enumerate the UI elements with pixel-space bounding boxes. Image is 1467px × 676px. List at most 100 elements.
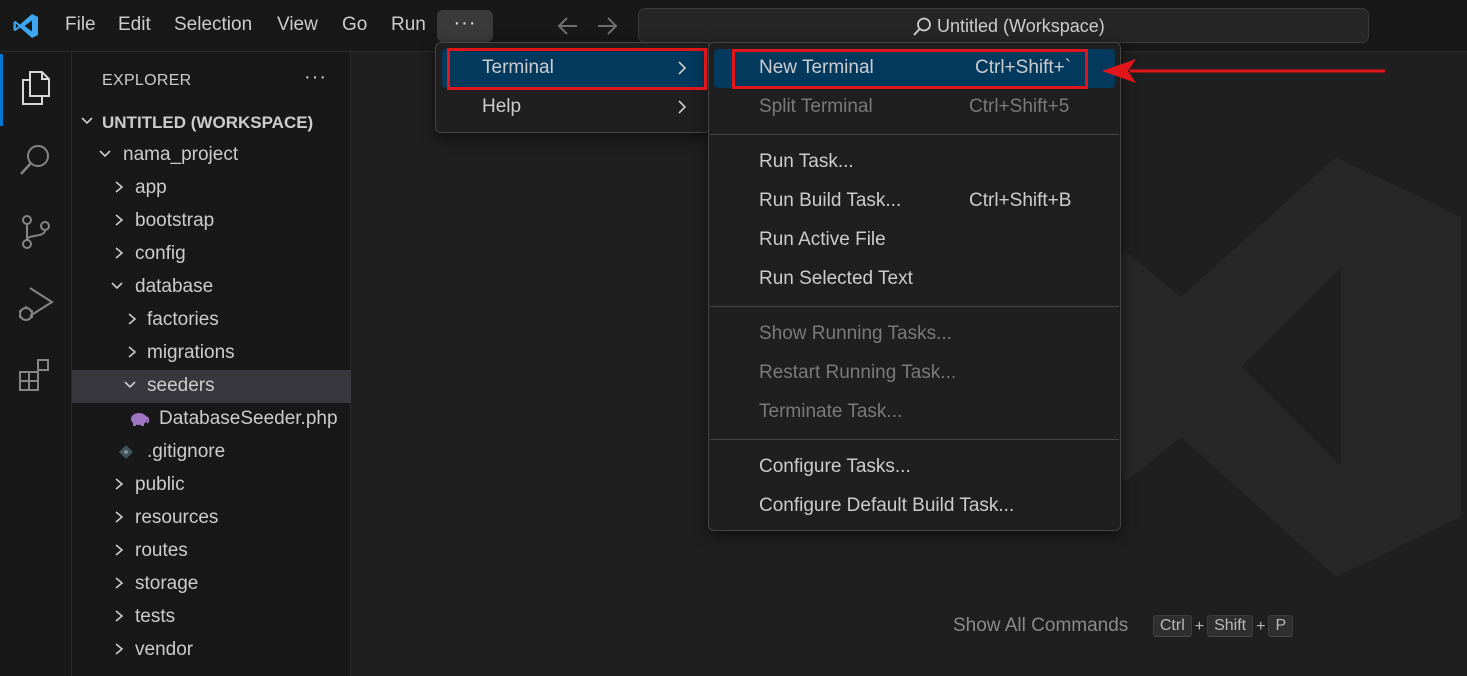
chevron-right-icon bbox=[115, 247, 124, 259]
vscode-watermark-icon bbox=[1101, 157, 1461, 577]
menu-item-run-task[interactable]: Run Task... bbox=[714, 143, 1115, 182]
menu-go[interactable]: Go bbox=[342, 14, 367, 36]
kbd-ctrl: Ctrl bbox=[1152, 615, 1192, 637]
folder-row[interactable]: app bbox=[72, 172, 351, 205]
more-menus-button[interactable]: ··· bbox=[437, 10, 493, 42]
annotation-box-new-terminal bbox=[732, 49, 1088, 89]
chevron-right-icon bbox=[115, 478, 124, 490]
workspace-label: UNTITLED (WORKSPACE) bbox=[102, 113, 314, 132]
menu-item-restart-running-task[interactable]: Restart Running Task... bbox=[714, 354, 1115, 393]
kbd-plus: + bbox=[1256, 618, 1266, 636]
show-all-commands-label: Show All Commands bbox=[953, 615, 1129, 637]
vscode-logo-icon bbox=[13, 14, 38, 38]
menu-view[interactable]: View bbox=[277, 14, 318, 36]
search-icon[interactable] bbox=[16, 140, 56, 180]
extensions-icon[interactable] bbox=[16, 354, 56, 394]
menu-selection[interactable]: Selection bbox=[174, 14, 252, 36]
chevron-right-icon bbox=[115, 181, 124, 193]
menu-item-label: Split Terminal bbox=[759, 96, 873, 117]
menu-item-label: Restart Running Task... bbox=[759, 362, 957, 383]
folder-label: resources bbox=[135, 507, 219, 528]
folder-row[interactable]: nama_project bbox=[72, 139, 351, 172]
folder-row[interactable]: tests bbox=[72, 601, 351, 634]
folder-label: seeders bbox=[147, 375, 215, 396]
menu-item-label: Run Task... bbox=[759, 151, 854, 172]
folder-label: routes bbox=[135, 540, 188, 561]
menu-separator bbox=[710, 439, 1119, 440]
menu-item-label: Run Active File bbox=[759, 229, 886, 250]
folder-row[interactable]: database bbox=[72, 271, 351, 304]
menu-separator bbox=[710, 306, 1119, 307]
folder-row[interactable]: routes bbox=[72, 535, 351, 568]
annotation-arrow-icon bbox=[1102, 59, 1385, 83]
menu-item-terminate-task[interactable]: Terminate Task... bbox=[714, 393, 1115, 432]
php-icon bbox=[131, 413, 150, 426]
annotation-box-terminal bbox=[447, 48, 707, 90]
arrow-left-icon[interactable] bbox=[556, 15, 580, 37]
command-center-search[interactable]: Untitled (Workspace) bbox=[638, 8, 1369, 43]
chevron-right-icon bbox=[115, 511, 124, 523]
arrow-right-icon[interactable] bbox=[595, 15, 619, 37]
menu-item-show-running-tasks[interactable]: Show Running Tasks... bbox=[714, 315, 1115, 354]
chevron-right-icon bbox=[115, 577, 124, 589]
folder-label: public bbox=[135, 474, 185, 495]
kbd-shift: Shift bbox=[1207, 615, 1254, 637]
menu-item-configure-default-build-task[interactable]: Configure Default Build Task... bbox=[714, 487, 1115, 526]
workspace-header[interactable]: UNTITLED (WORKSPACE) bbox=[72, 106, 351, 139]
menu-run[interactable]: Run bbox=[391, 14, 426, 36]
menu-item-configure-tasks[interactable]: Configure Tasks... bbox=[714, 448, 1115, 487]
explorer-title: EXPLORER bbox=[102, 72, 192, 89]
folder-row[interactable]: resources bbox=[72, 502, 351, 535]
folder-row[interactable]: config bbox=[72, 238, 351, 271]
menu-item-shortcut: Ctrl+Shift+B bbox=[969, 190, 1072, 211]
chevron-right-icon bbox=[115, 643, 124, 655]
menu-item-split-terminal[interactable]: Split Terminal Ctrl+Shift+5 bbox=[714, 88, 1115, 127]
menu-file[interactable]: File bbox=[65, 14, 96, 36]
menu-item-run-build-task[interactable]: Run Build Task... Ctrl+Shift+B bbox=[714, 182, 1115, 221]
explorer-sidebar: EXPLORER ··· UNTITLED (WORKSPACE) nama_p… bbox=[72, 52, 351, 676]
folder-row[interactable]: public bbox=[72, 469, 351, 502]
chevron-down-icon bbox=[99, 150, 111, 158]
chevron-right-icon bbox=[115, 214, 124, 226]
kbd-p: P bbox=[1268, 615, 1294, 637]
chevron-right-icon bbox=[115, 610, 124, 622]
menu-item-run-selected-text[interactable]: Run Selected Text bbox=[714, 260, 1115, 299]
menu-item-label: Configure Tasks... bbox=[759, 456, 911, 477]
search-icon bbox=[913, 17, 931, 36]
menu-item-run-active-file[interactable]: Run Active File bbox=[714, 221, 1115, 260]
chevron-right-icon bbox=[115, 544, 124, 556]
folder-row[interactable]: migrations bbox=[72, 337, 351, 370]
folder-row[interactable]: storage bbox=[72, 568, 351, 601]
menu-edit[interactable]: Edit bbox=[118, 14, 151, 36]
terminal-submenu: New Terminal Ctrl+Shift+` Split Terminal… bbox=[708, 42, 1121, 531]
folder-row[interactable]: factories bbox=[72, 304, 351, 337]
file-label: DatabaseSeeder.php bbox=[159, 408, 338, 429]
menu-item-label: Configure Default Build Task... bbox=[759, 495, 1015, 516]
file-label: .gitignore bbox=[147, 441, 226, 462]
chevron-down-icon bbox=[124, 381, 136, 389]
folder-row[interactable]: bootstrap bbox=[72, 205, 351, 238]
folder-label: tests bbox=[135, 606, 176, 627]
menu-separator bbox=[710, 134, 1119, 135]
explorer-icon[interactable] bbox=[16, 68, 56, 108]
file-row[interactable]: DatabaseSeeder.php bbox=[72, 403, 351, 436]
explorer-more-button[interactable]: ··· bbox=[304, 66, 327, 89]
folder-row[interactable]: vendor bbox=[72, 634, 351, 667]
active-indicator bbox=[0, 54, 3, 126]
folder-label: storage bbox=[135, 573, 199, 594]
menu-item-help[interactable]: Help bbox=[442, 88, 704, 127]
folder-row-selected[interactable]: seeders bbox=[72, 370, 351, 403]
chevron-right-icon bbox=[678, 100, 687, 114]
run-debug-icon[interactable] bbox=[16, 284, 56, 324]
file-row[interactable]: .gitignore bbox=[72, 436, 351, 469]
folder-label: config bbox=[135, 243, 186, 264]
folder-label: migrations bbox=[147, 342, 235, 363]
chevron-down-icon bbox=[111, 282, 123, 290]
menu-item-label: Run Selected Text bbox=[759, 268, 913, 289]
source-control-icon[interactable] bbox=[16, 212, 56, 252]
folder-label: app bbox=[135, 177, 167, 198]
folder-label: bootstrap bbox=[135, 210, 215, 231]
chevron-right-icon bbox=[128, 346, 137, 358]
folder-label: nama_project bbox=[123, 144, 239, 165]
chevron-right-icon bbox=[128, 313, 137, 325]
